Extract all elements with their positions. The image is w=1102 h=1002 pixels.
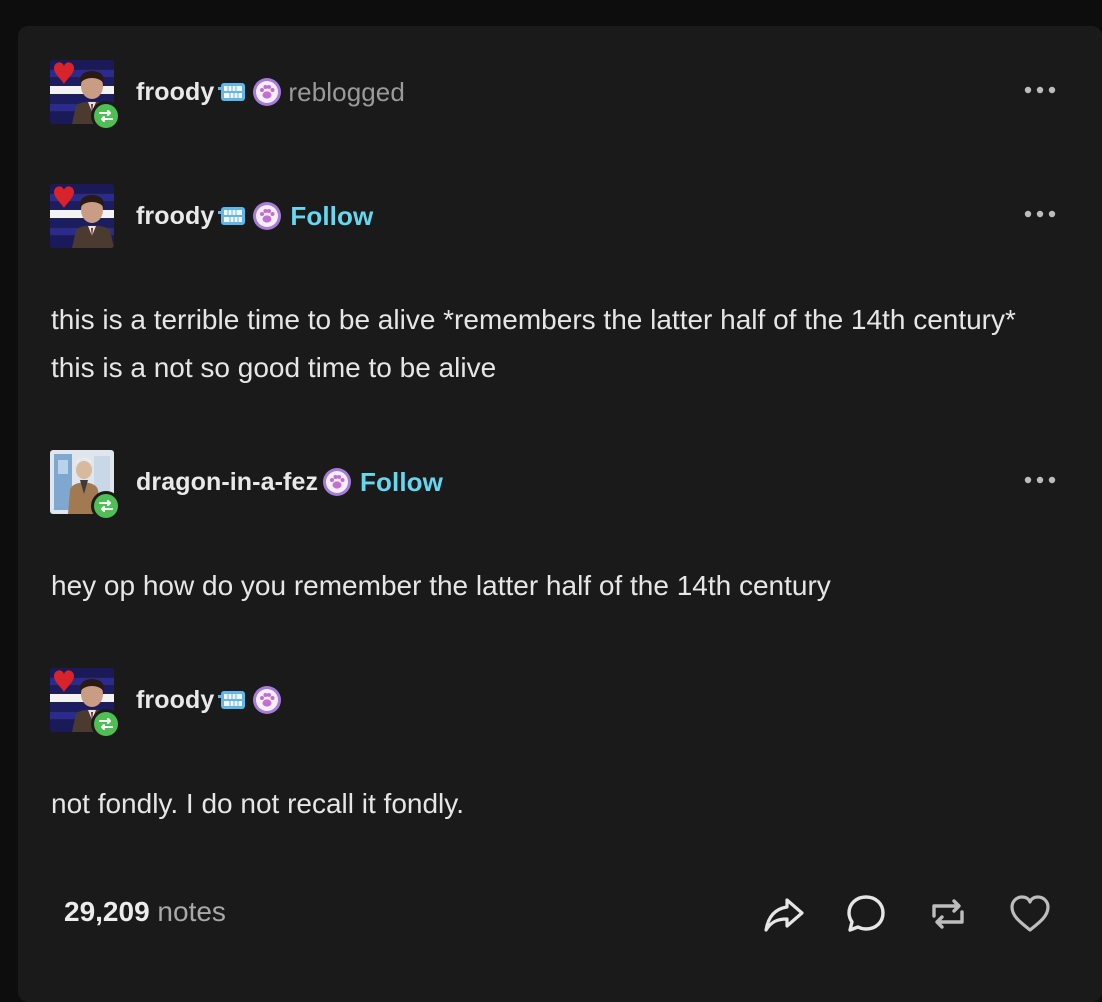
notes-label: notes: [157, 896, 226, 927]
reblogged-label: reblogged: [288, 76, 405, 107]
reblog-badge-icon: [91, 491, 121, 521]
reblog-badge-icon: [91, 101, 121, 131]
teeth-badge-icon: [218, 201, 248, 231]
thread-header: froody Follow: [50, 184, 1060, 250]
teeth-badge-icon: [218, 77, 248, 107]
post-text: this is a terrible time to be alive *rem…: [51, 304, 1016, 383]
avatar[interactable]: [50, 184, 114, 248]
post-text: not fondly. I do not recall it fondly.: [51, 788, 464, 819]
notes-count[interactable]: 29,209 notes: [64, 896, 226, 928]
paw-badge-icon: [252, 77, 282, 107]
reblog-header: froody reblogged: [50, 60, 1060, 131]
notes-number: 29,209: [64, 896, 150, 927]
thread-header: froody: [50, 668, 1060, 739]
username[interactable]: dragon-in-a-fez: [136, 468, 318, 497]
reblog-icon[interactable]: [924, 890, 972, 938]
username[interactable]: froody: [136, 78, 214, 107]
post-footer: 29,209 notes: [64, 890, 1054, 940]
username[interactable]: froody: [136, 202, 214, 231]
paw-badge-icon: [252, 201, 282, 231]
post-card: froody reblogged froody Follow this is a…: [18, 26, 1102, 1002]
more-options-icon[interactable]: [1020, 78, 1060, 102]
more-options-icon[interactable]: [1020, 468, 1060, 492]
follow-button[interactable]: Follow: [360, 467, 443, 498]
reply-icon[interactable]: [842, 890, 890, 938]
teeth-badge-icon: [218, 685, 248, 715]
thread-header: dragon-in-a-fez Follow: [50, 450, 1060, 521]
post-text: hey op how do you remember the latter ha…: [51, 570, 831, 601]
share-icon[interactable]: [760, 890, 808, 938]
more-options-icon[interactable]: [1020, 202, 1060, 226]
reblog-badge-icon: [91, 709, 121, 739]
like-icon[interactable]: [1006, 890, 1054, 938]
paw-badge-icon: [322, 467, 352, 497]
paw-badge-icon: [252, 685, 282, 715]
follow-button[interactable]: Follow: [290, 201, 373, 232]
username[interactable]: froody: [136, 686, 214, 715]
